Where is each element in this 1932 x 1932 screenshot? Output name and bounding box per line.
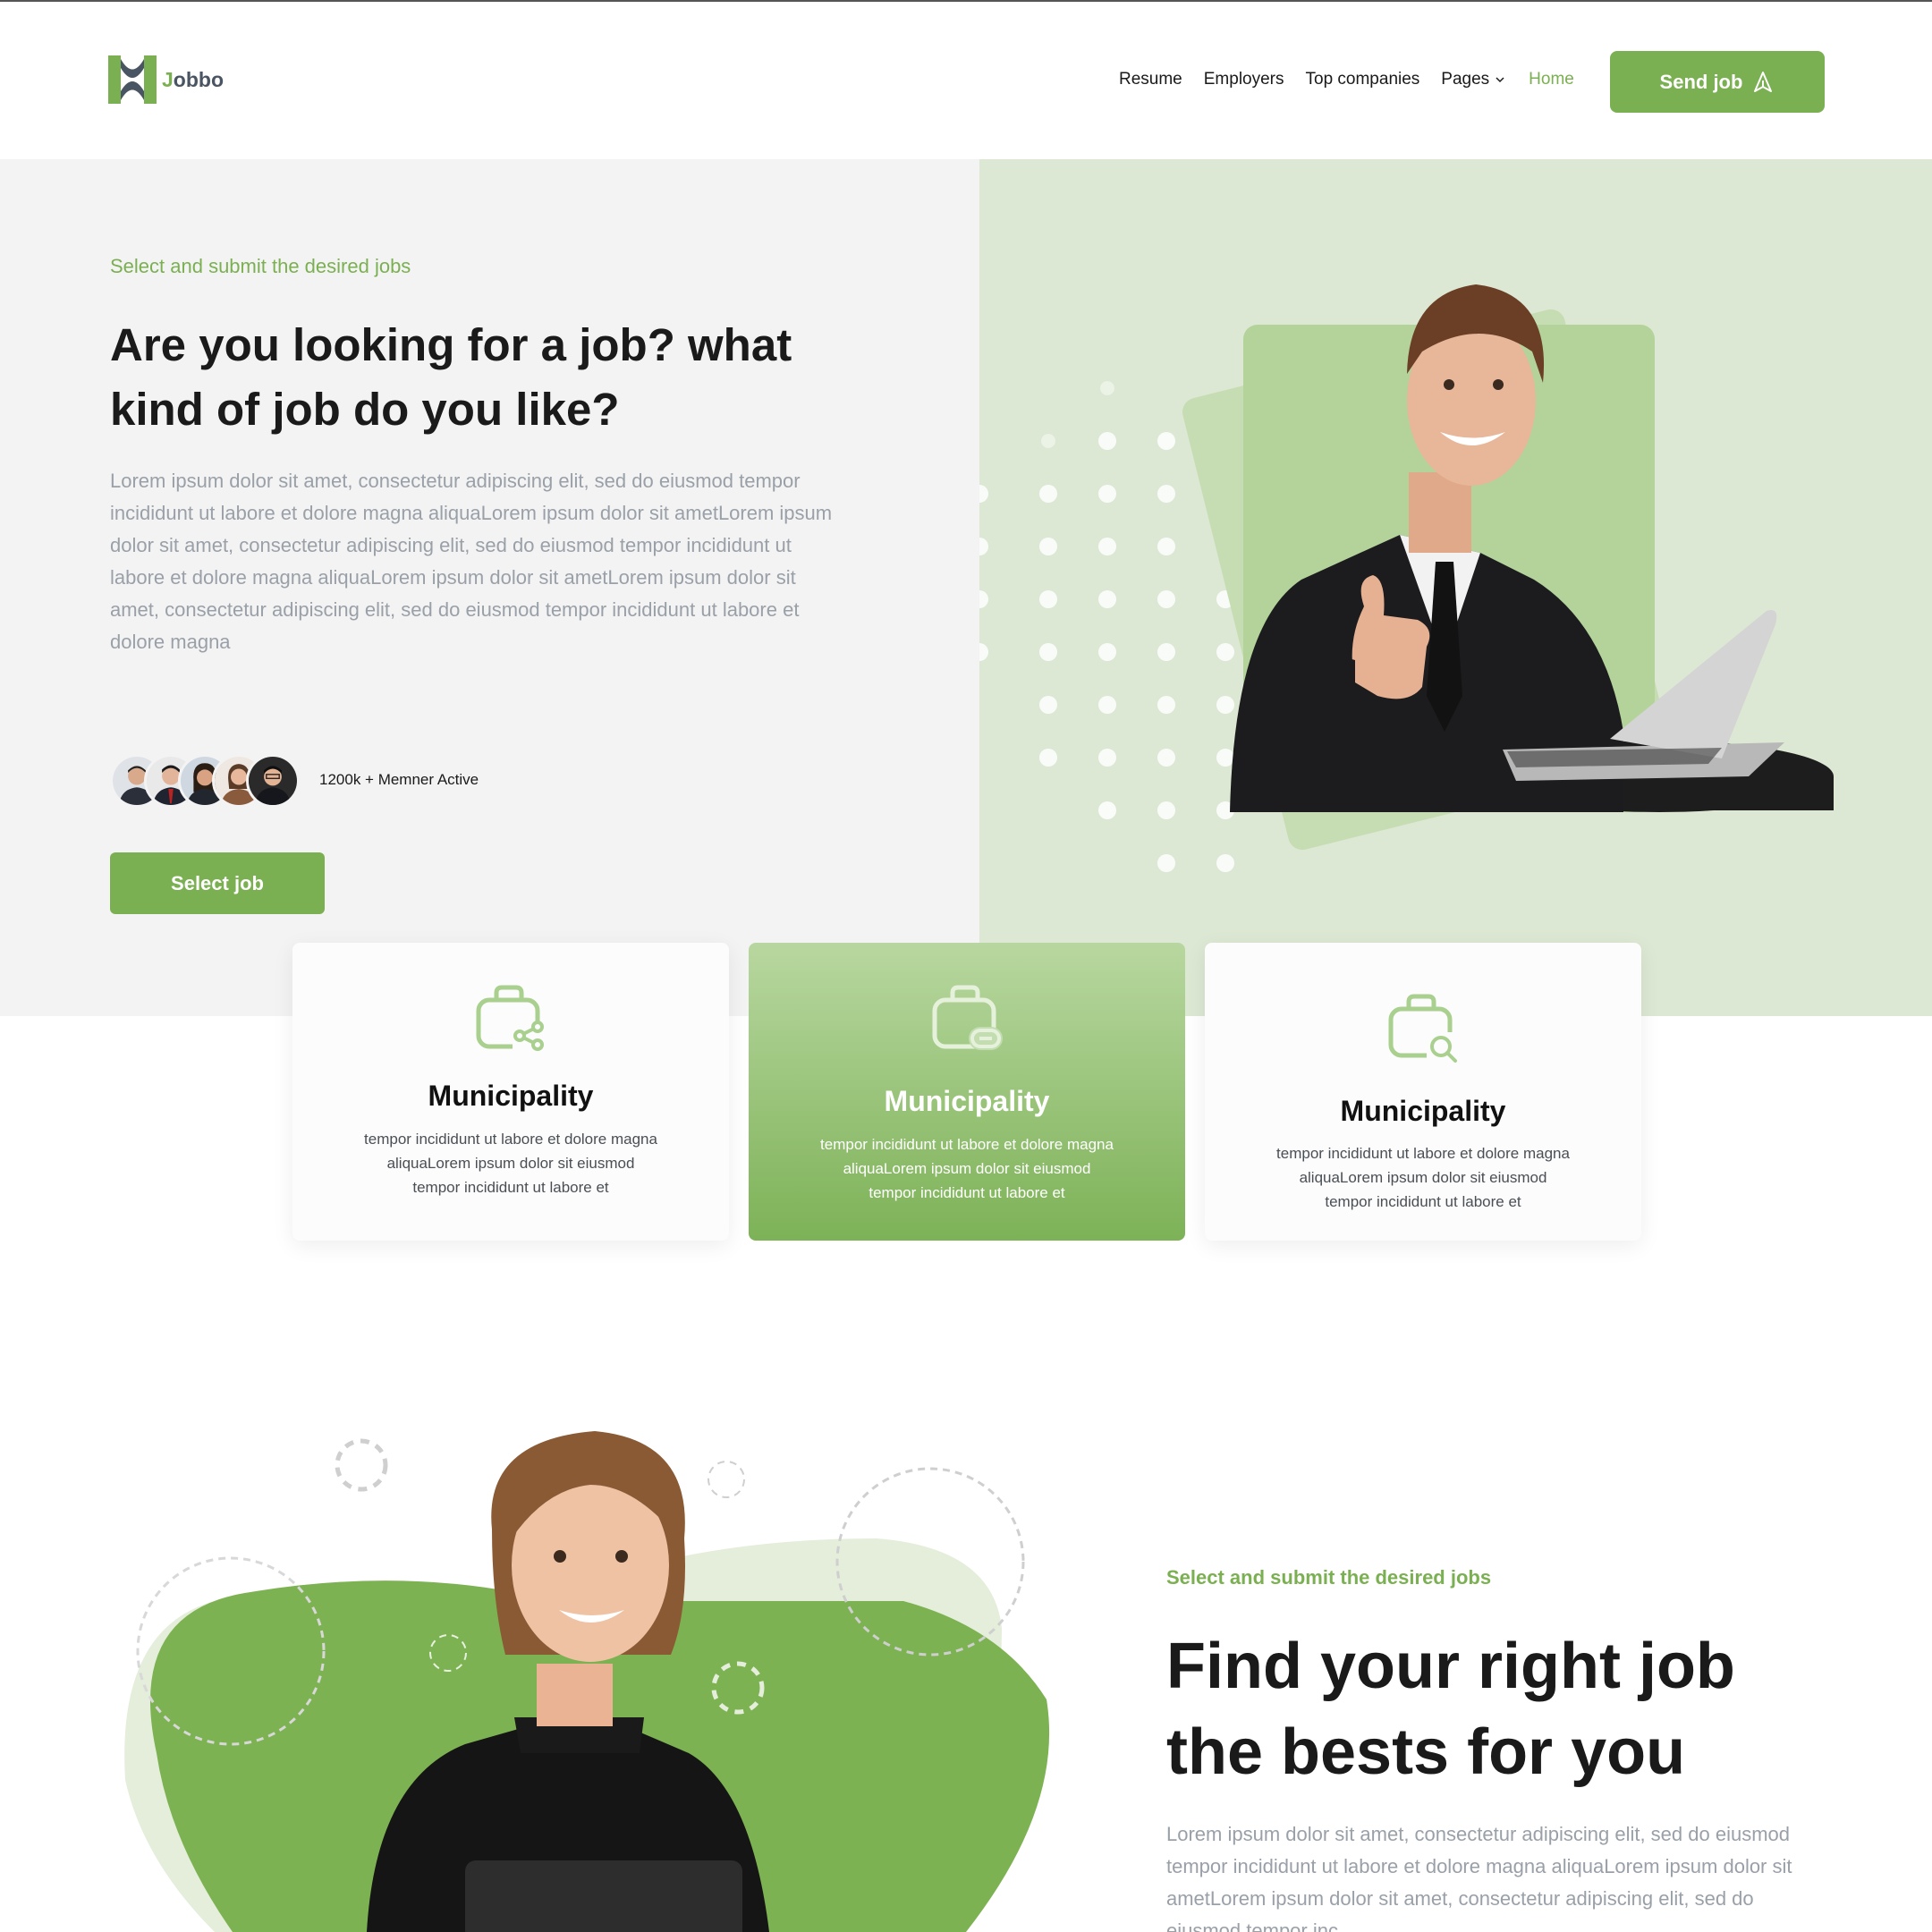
card-description: tempor incididunt ut labore et dolore ma… xyxy=(820,1136,1114,1201)
paper-plane-icon xyxy=(1754,71,1773,92)
card-description: tempor incididunt ut labore et dolore ma… xyxy=(364,1131,657,1196)
main-nav: Resume Employers Top companies Pages Hom… xyxy=(1119,70,1574,89)
briefcase-search-icon xyxy=(1388,994,1461,1064)
nav-item-home[interactable]: Home xyxy=(1529,70,1574,89)
nav-item-employers[interactable]: Employers xyxy=(1204,70,1284,89)
nav-item-pages[interactable]: Pages xyxy=(1441,70,1505,89)
hero-title: Are you looking for a job? what kind of … xyxy=(110,319,792,435)
nav-item-pages-label: Pages xyxy=(1441,70,1490,89)
members-count: 1200k + Memner Active xyxy=(319,771,479,788)
section-eyebrow: Select and submit the desired jobs xyxy=(1166,1566,1492,1589)
section-description: Lorem ipsum dolor sit amet, consectetur … xyxy=(1166,1823,1792,1932)
chevron-down-icon xyxy=(1496,77,1504,83)
card-description: tempor incididunt ut labore et dolore ma… xyxy=(1276,1145,1570,1210)
send-job-button[interactable]: Send job xyxy=(1610,51,1825,113)
brand-logo[interactable]: Jobbo xyxy=(108,55,224,104)
section-title: Find your right job the bests for you xyxy=(1166,1631,1735,1788)
send-job-label: Send job xyxy=(1659,70,1743,93)
hero-description: Lorem ipsum dolor sit amet, consectetur … xyxy=(110,470,833,653)
site-header: Jobbo Resume Employers Top companies Pag… xyxy=(0,2,1932,159)
category-card[interactable]: Municipality tempor incididunt ut labore… xyxy=(292,943,729,1241)
nav-item-resume[interactable]: Resume xyxy=(1119,70,1182,89)
select-job-button[interactable]: Select job xyxy=(110,852,325,914)
member-avatars xyxy=(110,754,300,808)
woman-illustration xyxy=(124,1431,1050,1932)
hero-eyebrow: Select and submit the desired jobs xyxy=(110,255,411,277)
card-title: Municipality xyxy=(428,1080,594,1112)
briefcase-link-icon xyxy=(932,985,1003,1050)
logo-mark-icon xyxy=(108,55,157,104)
category-card[interactable]: Municipality tempor incididunt ut labore… xyxy=(1205,943,1641,1241)
category-card-highlighted[interactable]: Municipality tempor incididunt ut labore… xyxy=(749,943,1185,1241)
nav-item-top-companies[interactable]: Top companies xyxy=(1306,70,1420,89)
briefcase-share-icon xyxy=(476,985,545,1055)
hero-illustration xyxy=(979,284,1834,872)
brand-name: Jobbo xyxy=(162,67,224,91)
card-title: Municipality xyxy=(884,1085,1050,1117)
hero-image-panel xyxy=(979,159,1932,1016)
avatar xyxy=(246,754,300,808)
card-title: Municipality xyxy=(1340,1095,1506,1127)
